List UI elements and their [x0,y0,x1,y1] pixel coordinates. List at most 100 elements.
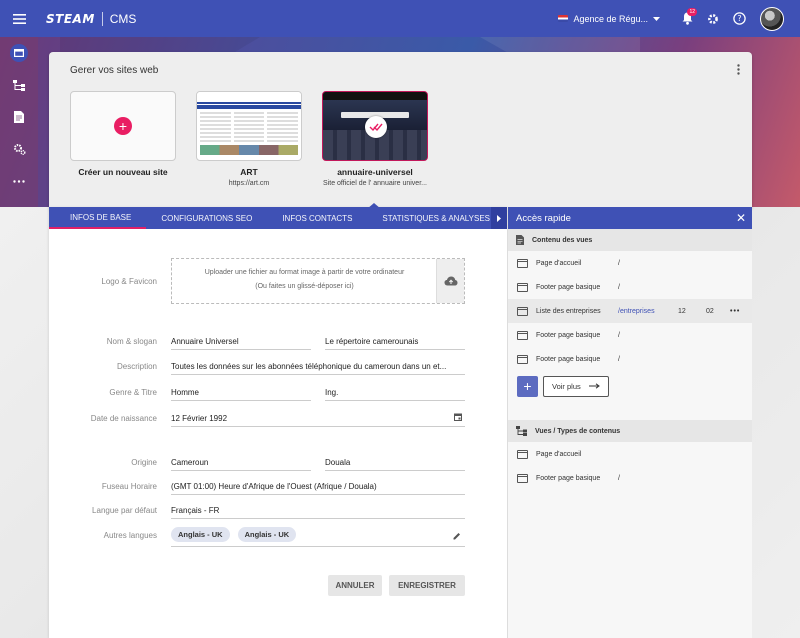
pencil-icon[interactable] [453,532,461,540]
list-item-path: / [618,283,620,291]
rail-item-more[interactable] [0,165,38,197]
city-field[interactable]: Douala [325,457,465,471]
list-item-count: 02 [706,307,714,315]
description-field[interactable]: Toutes les données sur les abonnées télé… [171,361,465,375]
list-item[interactable]: Footer page basique / [508,347,752,371]
list-item-path: / [618,355,620,363]
selected-check-icon [365,116,387,138]
rail-item-sites[interactable] [0,37,38,69]
tab-statistiques[interactable]: STATISTIQUES & ANALYSES [367,207,505,229]
site-name: annuaire-universel [337,167,413,177]
site-thumbnail[interactable]: + [70,91,176,161]
document-icon [516,235,524,245]
list-item-label: Footer page basique [536,283,601,291]
cancel-button[interactable]: ANNULER [328,575,382,596]
see-more-label: Voir plus [552,381,581,391]
language-field[interactable]: Français - FR [171,505,465,519]
tab-infos-contacts[interactable]: INFOS CONTACTS [267,207,367,229]
upload-button[interactable] [436,259,464,303]
help-icon: ? [732,12,746,25]
site-thumbnail[interactable] [196,91,302,161]
quick-access-header: Accès rapide ✕ [508,207,752,229]
sites-title: Gerer vos sites web [70,65,159,76]
rail-item-structure[interactable] [0,69,38,101]
birthdate-field[interactable]: 12 Février 1992 [171,413,465,427]
logo-dropzone[interactable]: Uploader une fichier au format image à p… [171,258,465,304]
language-chip[interactable]: Anglais - UK [237,527,297,542]
more-horizontal-icon [13,179,25,183]
content-section-title: Contenu des vues [532,236,593,244]
list-item-path[interactable]: /entreprises [618,308,655,315]
menu-icon[interactable] [0,0,38,37]
agency-selector[interactable]: Agence de Régu... [558,14,660,24]
chevron-down-icon [653,16,660,21]
list-item[interactable]: Page d'accueil / [508,251,752,275]
tab-configurations-seo[interactable]: CONFIGURATIONS SEO [146,207,267,229]
close-icon[interactable]: ✕ [730,211,752,225]
flag-icon [558,15,569,22]
hierarchy-icon [13,79,25,91]
logo-label: Logo & Favicon [101,277,157,286]
list-item-label: Footer page basique [536,474,601,482]
gear-icon [708,13,718,24]
more-horizontal-icon[interactable]: ••• [730,308,740,315]
help-button[interactable]: ? [726,6,752,32]
view-icon [517,354,528,364]
other-languages-label: Autres langues [103,531,157,540]
rail-item-documents[interactable] [0,101,38,133]
site-name: Créer un nouveau site [78,167,168,177]
settings-button[interactable] [700,6,726,32]
list-item[interactable]: Page d'accueil [508,442,752,466]
name-field[interactable]: Annuaire Universel [171,336,311,350]
cloud-upload-icon [444,276,457,286]
notifications-button[interactable]: 12 [674,6,700,32]
list-item[interactable]: Footer page basique / [508,275,752,299]
view-icon [517,258,528,268]
site-tile-annuaire[interactable]: annuaire-universel Site officiel de l' a… [322,91,428,187]
top-app-bar: STEAM CMS Agence de Régu... 12 ? [0,0,800,37]
brand[interactable]: STEAM CMS [46,11,137,26]
rail-item-settings[interactable] [0,133,38,165]
add-icon: + [114,117,132,135]
list-item-count: 12 [678,307,686,315]
app-name: CMS [109,11,137,26]
list-item-label: Liste des entreprises [536,307,601,315]
site-thumbnail[interactable] [322,91,428,161]
brand-logo: STEAM [46,11,95,26]
list-item-path: / [618,474,620,482]
more-vertical-icon[interactable] [737,64,740,77]
tabs-scroll-right-icon[interactable] [491,207,507,229]
description-label: Description [116,362,157,371]
gears-icon [13,144,25,155]
language-chip[interactable]: Anglais - UK [171,527,230,542]
country-field[interactable]: Cameroun [171,457,311,471]
arrow-right-icon [588,383,600,389]
timezone-label: Fuseau Horaire [101,482,157,491]
content-section-header: Contenu des vues [508,229,752,251]
view-icon [517,449,528,459]
save-button[interactable]: ENREGISTRER [389,575,465,596]
avatar[interactable] [760,6,784,31]
site-tile-art[interactable]: ART https://art.cm [196,91,302,187]
timezone-field[interactable]: (GMT 01:00) Heure d'Afrique de l'Ouest (… [171,481,465,495]
list-item[interactable]: Footer page basique / [508,323,752,347]
calendar-icon[interactable] [454,413,462,421]
document-icon [14,111,24,123]
add-button[interactable]: + [517,375,538,397]
list-item-label: Footer page basique [536,355,601,363]
list-item[interactable]: Liste des entreprises /entreprises 12 02… [508,299,752,323]
genre-field[interactable]: Homme [171,387,311,401]
view-icon [517,473,528,483]
slogan-field[interactable]: Le répertoire camerounais [325,336,465,350]
view-icon [517,306,528,316]
list-item[interactable]: Footer page basique / [508,466,752,490]
list-item-label: Page d'accueil [536,450,582,458]
other-languages-field[interactable]: Anglais - UK Anglais - UK [171,527,465,547]
site-form-panel: INFOS DE BASE CONFIGURATIONS SEO INFOS C… [49,207,507,638]
tab-infos-de-base[interactable]: INFOS DE BASE [49,207,147,229]
tab-bar: INFOS DE BASE CONFIGURATIONS SEO INFOS C… [49,207,507,229]
site-tile-new[interactable]: + Créer un nouveau site [70,91,176,177]
title-field[interactable]: Ing. [325,387,465,401]
origin-label: Origine [131,458,157,467]
see-more-button[interactable]: Voir plus [543,375,609,397]
